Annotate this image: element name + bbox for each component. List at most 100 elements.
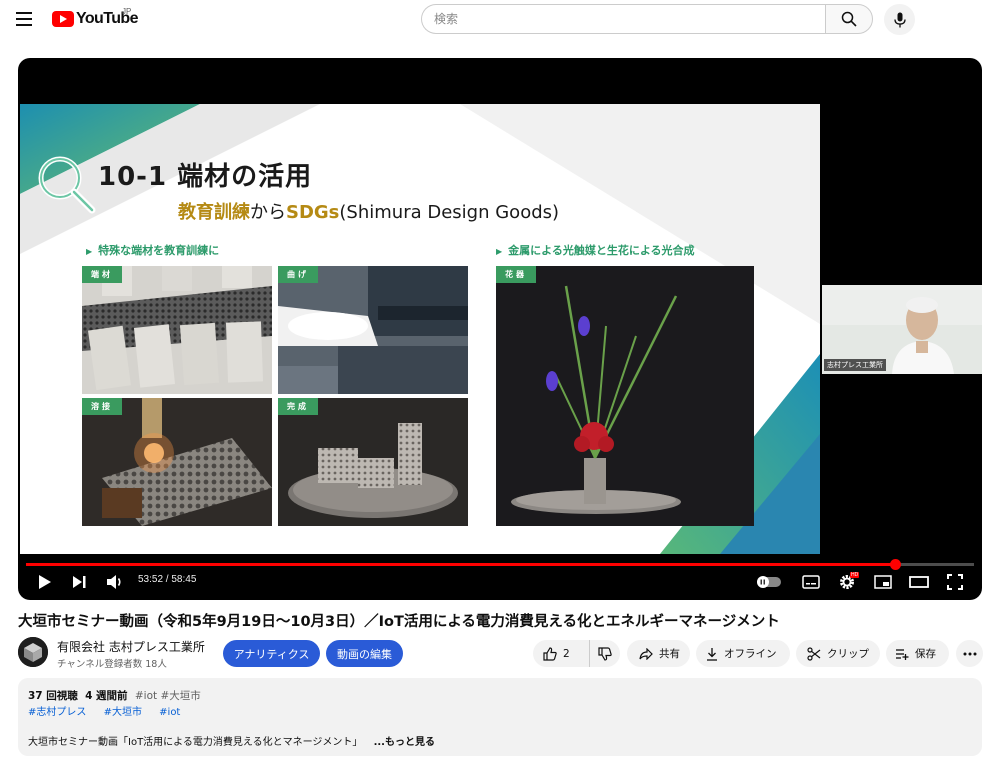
save-button[interactable]: 保存 [886,640,949,667]
photo-label: 曲げ [278,266,318,283]
subtitle-part: SDGs [286,202,340,223]
photo-flower-vase: 花器 [496,266,754,526]
theater-mode-button[interactable] [906,570,932,594]
photo-label: 溶接 [82,398,122,415]
upload-age: 4 週間前 [85,690,128,702]
like-count: 2 [563,647,570,660]
subtitles-button[interactable] [798,570,824,594]
photo-bending-image [278,266,468,394]
time-display: 53:52 / 58:45 [138,574,197,585]
subtitle-part: から [250,202,286,223]
autoplay-toggle[interactable] [756,570,782,594]
presentation-slide: 10-1 端材の活用 教育訓練からSDGs(Shimura Design Goo… [20,104,820,554]
masthead: YouTube JP [0,0,1000,40]
photo-welding: 溶接 [82,398,272,526]
hd-badge-icon: HD [850,572,860,578]
bullet-left: ▶ 特殊な端材を教育訓練に [86,244,220,257]
menu-icon[interactable] [14,9,36,29]
youtube-logo[interactable]: YouTube JP [52,7,138,29]
photo-label: 端材 [82,266,122,283]
view-count: 37 回視聴 [28,690,78,702]
channel-logo-icon [18,637,48,667]
miniplayer-icon [874,575,892,589]
scissors-icon [807,646,821,661]
description-body: 大垣市セミナー動画「IoT活用による電力消費見える化とマネージメント」 [28,737,363,748]
share-icon [639,647,653,660]
share-button[interactable]: 共有 [627,640,690,667]
more-actions-button[interactable] [956,640,983,667]
edit-video-button[interactable]: 動画の編集 [326,640,403,667]
save-label: 保存 [915,648,936,660]
fullscreen-icon [947,574,963,590]
clip-label: クリップ [827,648,869,660]
photo-finished-image [278,398,468,526]
progress-fill [26,563,896,566]
bullet-text: 金属による光触媒と生花による光合成 [508,244,695,257]
thumbs-down-icon [598,646,612,661]
photo-label: 花器 [496,266,536,283]
photo-vase-image [496,266,754,526]
skip-next-icon [73,576,86,588]
description-box[interactable]: 37 回視聴 4 週間前 #iot #大垣市 #志村プレス #大垣市 #iot … [18,678,982,756]
next-button[interactable] [66,570,92,594]
volume-icon [107,575,121,589]
bullet-text: 特殊な端材を教育訓練に [98,244,220,257]
play-button[interactable] [32,570,58,594]
voice-search-button[interactable] [884,4,915,35]
slide-subtitle: 教育訓練からSDGs(Shimura Design Goods) [178,198,559,224]
channel-avatar[interactable] [18,637,48,667]
photo-welding-image [82,398,272,526]
search-input[interactable] [422,5,826,33]
download-icon [707,647,717,661]
fullscreen-button[interactable] [942,570,968,594]
autoplay-icon [757,576,781,588]
youtube-play-icon [52,11,74,27]
settings-button[interactable]: HD [834,570,860,594]
subtitles-icon [802,575,820,589]
video-title: 大垣市セミナー動画（令和5年9月19日〜10月3日）／IoT活用による電力消費見… [18,614,780,630]
bullet-right: ▶ 金属による光触媒と生花による光合成 [496,244,695,257]
like-dislike-group: 2 [533,640,620,667]
photo-scrap-image [82,266,272,394]
search-icon [841,11,857,27]
inline-hashtags[interactable]: #iot #大垣市 [135,690,201,702]
hashtag-link[interactable]: #大垣市 [104,707,142,718]
theater-icon [909,576,929,588]
photo-bending: 曲げ [278,266,468,394]
more-horizontal-icon [963,652,976,655]
thumbs-up-icon [543,646,557,661]
like-button[interactable]: 2 [543,640,591,667]
offline-button[interactable]: オフライン [696,640,790,667]
progress-scrubber[interactable] [890,559,902,570]
playlist-add-icon [896,648,909,660]
subscriber-count: チャンネル登録者数 18人 [57,659,167,670]
hashtag-link[interactable]: #iot [159,707,180,718]
play-icon [39,575,51,589]
volume-button[interactable] [102,570,128,594]
photo-scrap-material: 端材 [82,266,272,394]
subtitle-part: 教育訓練 [178,202,250,223]
hashtag-link[interactable]: #志村プレス [28,707,86,718]
search-box [421,4,826,34]
subtitle-part: (Shimura Design Goods) [339,202,560,223]
slide-title: 10-1 端材の活用 [98,162,313,192]
description-text: 大垣市セミナー動画「IoT活用による電力消費見える化とマネージメント」 ...も… [28,733,435,748]
miniplayer-button[interactable] [870,570,896,594]
hashtag-list: #志村プレス #大垣市 #iot [28,703,194,718]
show-more-link[interactable]: ...もっと見る [374,737,435,748]
clip-button[interactable]: クリップ [796,640,880,667]
presenter-webcam: 志村プレス工業所 [822,285,982,374]
microphone-icon [893,12,906,27]
logo-region: JP [122,7,132,16]
share-label: 共有 [659,648,680,660]
description-stats: 37 回視聴 4 週間前 #iot #大垣市 [28,688,201,703]
progress-bar[interactable] [26,559,974,570]
offline-label: オフライン [724,648,777,660]
video-player[interactable]: 10-1 端材の活用 教育訓練からSDGs(Shimura Design Goo… [18,58,982,600]
analytics-button[interactable]: アナリティクス [223,640,320,667]
channel-name[interactable]: 有限会社 志村プレス工業所 [57,638,205,655]
photo-label: 完成 [278,398,318,415]
dislike-button[interactable] [590,640,620,667]
photo-finished: 完成 [278,398,468,526]
search-button[interactable] [825,4,873,34]
